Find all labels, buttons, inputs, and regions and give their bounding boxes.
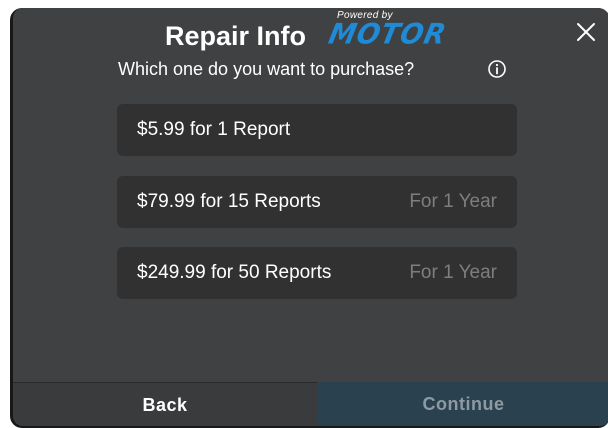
dialog-subtitle: Which one do you want to purchase? (118, 59, 415, 79)
option-term: For 1 Year (409, 191, 497, 212)
close-button[interactable] (574, 20, 598, 44)
app-frame: Repair Info Powered by MOTOR Which one d… (10, 8, 608, 428)
close-icon (577, 23, 595, 41)
option-label: $5.99 for 1 Report (137, 119, 291, 140)
option-term: For 1 Year (409, 262, 497, 283)
dialog-footer: Back Continue (13, 382, 608, 426)
option-1-report[interactable]: $5.99 for 1 Report (117, 104, 517, 156)
subtitle-row: Which one do you want to purchase? (13, 56, 608, 82)
motor-logo: Powered by MOTOR (325, 10, 471, 51)
title-row: Repair Info Powered by MOTOR (13, 10, 608, 60)
option-50-reports[interactable]: $249.99 for 50 Reports For 1 Year (117, 247, 517, 299)
purchase-dialog: Repair Info Powered by MOTOR Which one d… (13, 8, 608, 426)
motor-brand: MOTOR (325, 18, 450, 51)
option-label: $249.99 for 50 Reports (137, 262, 332, 283)
dialog-title: Repair Info (165, 21, 307, 51)
option-15-reports[interactable]: $79.99 for 15 Reports For 1 Year (117, 176, 517, 228)
info-icon[interactable] (487, 59, 507, 79)
continue-button[interactable]: Continue (317, 382, 608, 426)
option-label: $79.99 for 15 Reports (137, 191, 321, 212)
back-button[interactable]: Back (13, 382, 317, 426)
